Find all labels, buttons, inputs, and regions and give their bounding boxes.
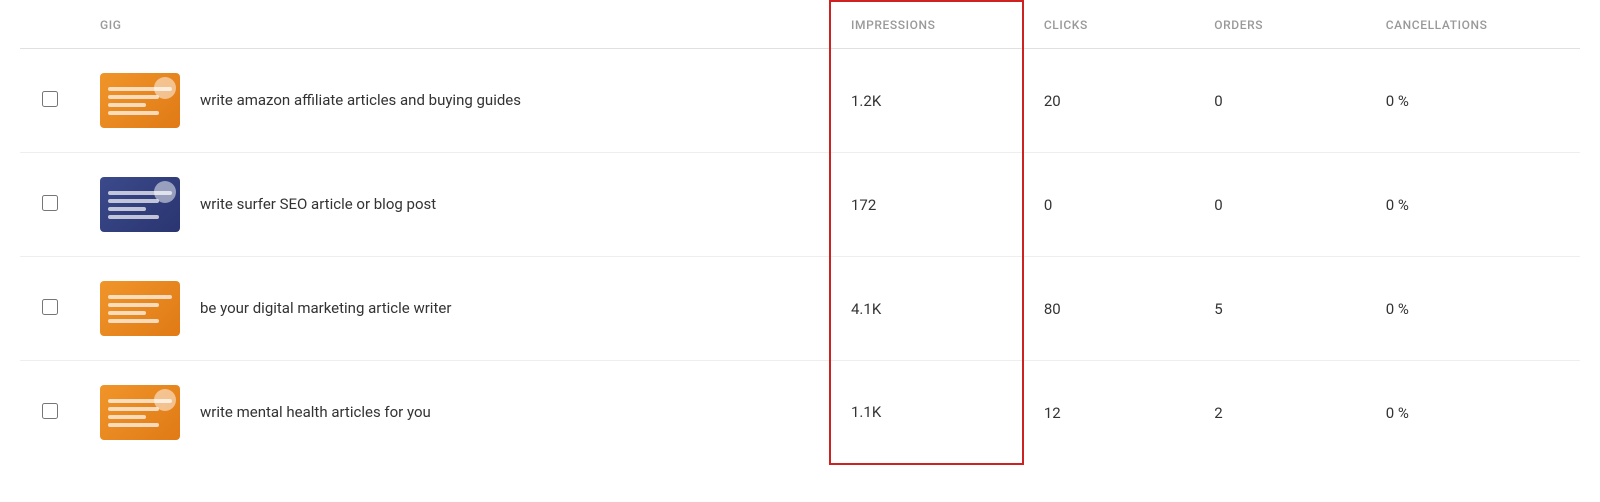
thumb-line-2 xyxy=(108,95,159,99)
thumb-lines xyxy=(100,287,180,331)
row-checkbox[interactable] xyxy=(42,299,58,315)
header-impressions-label: IMPRESSIONS xyxy=(851,18,935,32)
gigs-table-container: GIG IMPRESSIONS CLICKS ORDERS CANCELLATI… xyxy=(0,0,1600,465)
row-checkbox-cell xyxy=(20,361,80,465)
row-cancellations-cell: 0 % xyxy=(1366,49,1580,153)
gig-cell-content: write mental health articles for you xyxy=(100,385,809,440)
header-clicks-label: CLICKS xyxy=(1044,18,1088,32)
thumb-avatar xyxy=(154,181,176,203)
thumb-line-4 xyxy=(108,423,159,427)
gig-cell-content: be your digital marketing article writer xyxy=(100,281,809,336)
gig-thumbnail xyxy=(100,177,180,232)
row-impressions-cell: 4.1K xyxy=(830,257,1023,361)
header-gig-label: GIG xyxy=(100,18,122,32)
table-header-row: GIG IMPRESSIONS CLICKS ORDERS CANCELLATI… xyxy=(20,1,1580,49)
row-clicks-cell: 0 xyxy=(1023,153,1194,257)
header-clicks-col: CLICKS xyxy=(1023,1,1194,49)
thumb-line-2 xyxy=(108,303,159,307)
gig-title: write surfer SEO article or blog post xyxy=(200,194,436,215)
gig-thumbnail xyxy=(100,281,180,336)
table-row: write surfer SEO article or blog post 17… xyxy=(20,153,1580,257)
gig-title: write mental health articles for you xyxy=(200,402,431,423)
row-gig-cell: write surfer SEO article or blog post xyxy=(80,153,830,257)
row-checkbox-cell xyxy=(20,257,80,361)
thumb-line-3 xyxy=(108,103,146,107)
header-impressions-col: IMPRESSIONS xyxy=(830,1,1023,49)
gigs-table: GIG IMPRESSIONS CLICKS ORDERS CANCELLATI… xyxy=(20,0,1580,465)
thumb-avatar xyxy=(154,77,176,99)
thumb-line-2 xyxy=(108,407,159,411)
gig-title: be your digital marketing article writer xyxy=(200,298,451,319)
row-clicks-cell: 80 xyxy=(1023,257,1194,361)
row-cancellations-cell: 0 % xyxy=(1366,361,1580,465)
row-checkbox-cell xyxy=(20,49,80,153)
gig-title: write amazon affiliate articles and buyi… xyxy=(200,90,521,111)
row-gig-cell: write mental health articles for you xyxy=(80,361,830,465)
row-impressions-cell: 1.1K xyxy=(830,361,1023,465)
header-gig-col: GIG xyxy=(80,1,830,49)
row-gig-cell: be your digital marketing article writer xyxy=(80,257,830,361)
row-impressions-cell: 1.2K xyxy=(830,49,1023,153)
row-checkbox[interactable] xyxy=(42,195,58,211)
header-cancellations-label: CANCELLATIONS xyxy=(1386,18,1488,32)
thumb-line-4 xyxy=(108,215,159,219)
row-checkbox[interactable] xyxy=(42,91,58,107)
thumb-inner xyxy=(100,281,180,336)
thumb-line-4 xyxy=(108,111,159,115)
header-checkbox-col xyxy=(20,1,80,49)
header-orders-col: ORDERS xyxy=(1194,1,1365,49)
thumb-line-3 xyxy=(108,207,146,211)
gig-thumbnail xyxy=(100,73,180,128)
row-clicks-cell: 20 xyxy=(1023,49,1194,153)
row-checkbox[interactable] xyxy=(42,403,58,419)
row-impressions-cell: 172 xyxy=(830,153,1023,257)
thumb-inner xyxy=(100,385,180,440)
thumb-inner xyxy=(100,73,180,128)
row-cancellations-cell: 0 % xyxy=(1366,153,1580,257)
thumb-line-2 xyxy=(108,199,159,203)
thumb-avatar xyxy=(154,389,176,411)
thumb-line-3 xyxy=(108,415,146,419)
row-orders-cell: 0 xyxy=(1194,49,1365,153)
row-clicks-cell: 12 xyxy=(1023,361,1194,465)
thumb-line-3 xyxy=(108,311,146,315)
gig-cell-content: write amazon affiliate articles and buyi… xyxy=(100,73,809,128)
gig-thumbnail xyxy=(100,385,180,440)
row-orders-cell: 0 xyxy=(1194,153,1365,257)
thumb-inner xyxy=(100,177,180,232)
header-orders-label: ORDERS xyxy=(1214,18,1263,32)
row-checkbox-cell xyxy=(20,153,80,257)
row-orders-cell: 5 xyxy=(1194,257,1365,361)
row-cancellations-cell: 0 % xyxy=(1366,257,1580,361)
thumb-line-1 xyxy=(108,295,172,299)
row-orders-cell: 2 xyxy=(1194,361,1365,465)
gig-cell-content: write surfer SEO article or blog post xyxy=(100,177,809,232)
header-cancellations-col: CANCELLATIONS xyxy=(1366,1,1580,49)
table-row: write mental health articles for you 1.1… xyxy=(20,361,1580,465)
table-row: write amazon affiliate articles and buyi… xyxy=(20,49,1580,153)
row-gig-cell: write amazon affiliate articles and buyi… xyxy=(80,49,830,153)
table-row: be your digital marketing article writer… xyxy=(20,257,1580,361)
thumb-line-4 xyxy=(108,319,159,323)
